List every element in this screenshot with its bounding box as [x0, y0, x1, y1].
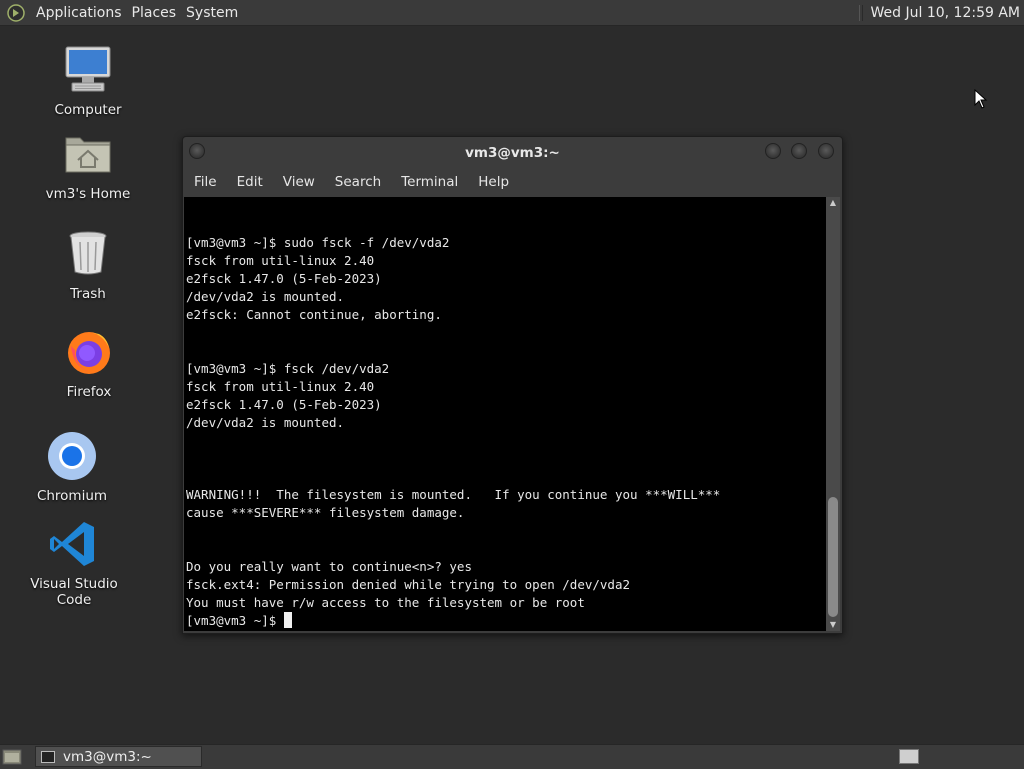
chromium-icon: [48, 432, 96, 480]
scroll-down-icon[interactable]: ▼: [826, 619, 840, 631]
workspace-switcher[interactable]: [899, 749, 919, 764]
terminal-line: You must have r/w access to the filesyst…: [186, 595, 585, 610]
terminal-line: WARNING!!! The filesystem is mounted. If…: [186, 487, 721, 502]
maximize-button[interactable]: [791, 143, 807, 159]
scroll-up-icon[interactable]: ▲: [826, 197, 840, 209]
menu-file[interactable]: File: [183, 174, 227, 190]
terminal-line: e2fsck 1.47.0 (5-Feb-2023): [186, 271, 382, 286]
clock[interactable]: Wed Jul 10, 12:59 AM: [871, 5, 1020, 21]
menu-search[interactable]: Search: [325, 174, 391, 190]
desktop-icon-label: Computer: [54, 102, 122, 118]
text-cursor: [283, 612, 292, 628]
desktop-icon-label: Chromium: [36, 488, 108, 504]
taskbar-item-terminal[interactable]: vm3@vm3:~: [35, 746, 202, 767]
trash-icon: [69, 231, 107, 275]
menu-terminal[interactable]: Terminal: [391, 174, 468, 190]
computer-icon: [65, 46, 111, 92]
distro-logo-icon[interactable]: [7, 3, 25, 22]
top-panel: Applications Places System Wed Jul 10, 1…: [0, 0, 1024, 26]
mouse-pointer-icon: [974, 89, 988, 109]
show-desktop-icon[interactable]: [2, 748, 22, 766]
terminal-scrollbar[interactable]: ▲ ▼: [826, 197, 840, 631]
close-button[interactable]: [818, 143, 834, 159]
desktop-icon-firefox[interactable]: Firefox: [29, 326, 149, 400]
home-folder-icon: [65, 137, 111, 173]
desktop-icon-vscode[interactable]: Visual Studio Code: [14, 518, 134, 608]
vscode-icon: [50, 522, 94, 566]
terminal-line: fsck from util-linux 2.40: [186, 379, 375, 394]
terminal-line: [vm3@vm3 ~]$ sudo fsck -f /dev/vda2: [186, 235, 450, 250]
terminal-line: fsck from util-linux 2.40: [186, 253, 375, 268]
desktop-icon-label: vm3's Home: [45, 186, 131, 202]
scrollbar-thumb[interactable]: [828, 497, 838, 617]
menu-view[interactable]: View: [273, 174, 325, 190]
bottom-panel: vm3@vm3:~: [0, 744, 1024, 769]
terminal-output[interactable]: [vm3@vm3 ~]$ sudo fsck -f /dev/vda2 fsck …: [184, 197, 826, 631]
terminal-line: fsck.ext4: Permission denied while tryin…: [186, 577, 631, 592]
desktop-icon-computer[interactable]: Computer: [28, 44, 148, 118]
desktop-icon-chromium[interactable]: Chromium: [12, 430, 132, 504]
desktop-icon-label: Visual Studio Code: [30, 576, 118, 608]
menu-edit[interactable]: Edit: [227, 174, 273, 190]
desktop-icon-home[interactable]: vm3's Home: [28, 128, 148, 202]
desktop-icon-label: Trash: [70, 286, 106, 302]
terminal-line: Do you really want to continue<n>? yes: [186, 559, 472, 574]
window-title: vm3@vm3:~: [465, 145, 560, 161]
applications-menu[interactable]: Applications: [31, 5, 127, 21]
firefox-icon: [68, 332, 110, 374]
terminal-line: e2fsck 1.47.0 (5-Feb-2023): [186, 397, 382, 412]
desktop-icon-label: Firefox: [66, 384, 112, 400]
window-menubar: File Edit View Search Terminal Help: [183, 169, 842, 195]
desktop-icon-trash[interactable]: Trash: [28, 228, 148, 302]
system-menu[interactable]: System: [181, 5, 243, 21]
terminal-icon: [41, 750, 55, 763]
terminal-window[interactable]: vm3@vm3:~ File Edit View Search Terminal…: [182, 136, 843, 634]
window-titlebar[interactable]: vm3@vm3:~: [183, 137, 842, 167]
terminal-line: e2fsck: Cannot continue, aborting.: [186, 307, 442, 322]
minimize-button[interactable]: [765, 143, 781, 159]
panel-separator: [858, 4, 863, 21]
terminal-line: cause ***SEVERE*** filesystem damage.: [186, 505, 465, 520]
menu-help[interactable]: Help: [468, 174, 519, 190]
terminal-prompt: [vm3@vm3 ~]$: [186, 613, 284, 628]
terminal-line: /dev/vda2 is mounted.: [186, 415, 345, 430]
terminal-line: [vm3@vm3 ~]$ fsck /dev/vda2: [186, 361, 390, 376]
terminal-line: /dev/vda2 is mounted.: [186, 289, 345, 304]
places-menu[interactable]: Places: [127, 5, 182, 21]
terminal-prompt-line: [vm3@vm3 ~]$: [186, 612, 292, 630]
taskbar-item-label: vm3@vm3:~: [63, 748, 152, 765]
